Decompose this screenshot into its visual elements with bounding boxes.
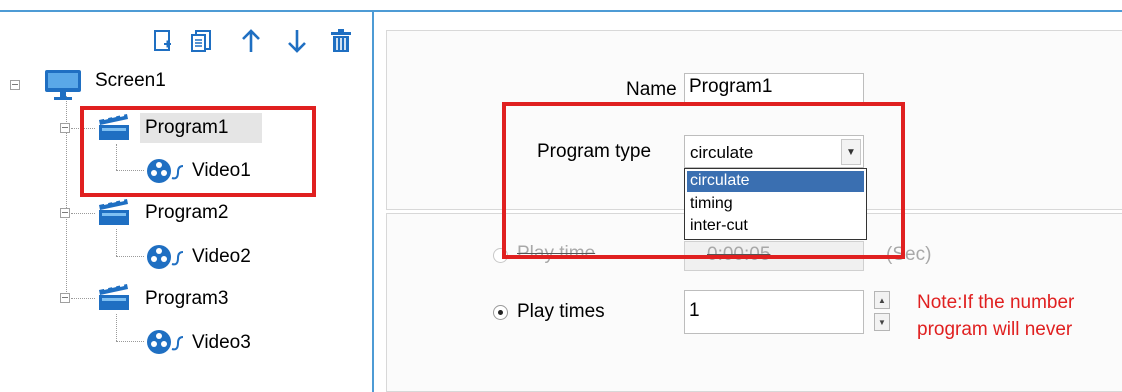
dropdown-option-circulate[interactable]: circulate xyxy=(687,171,864,192)
dropdown-option-timing[interactable]: timing xyxy=(687,194,864,215)
clapperboard-icon xyxy=(96,280,132,317)
play-times-input[interactable]: 1 xyxy=(684,290,864,334)
screen-collapse-toggle[interactable] xyxy=(10,80,20,90)
video-reel-icon xyxy=(145,242,184,277)
tree-line xyxy=(71,213,95,214)
tree-line xyxy=(116,256,144,257)
note-line-1: Note:If the number xyxy=(917,292,1075,313)
tree-item-screen1[interactable]: Screen1 xyxy=(95,70,166,92)
tree-line xyxy=(116,341,144,342)
monitor-icon xyxy=(44,68,82,107)
spin-down-icon[interactable]: ▼ xyxy=(874,313,890,331)
play-times-label: Play times xyxy=(517,301,605,322)
program3-collapse-toggle[interactable] xyxy=(60,293,70,303)
highlight-box-tree xyxy=(80,106,316,197)
program2-collapse-toggle[interactable] xyxy=(60,208,70,218)
program1-collapse-toggle[interactable] xyxy=(60,123,70,133)
new-item-icon[interactable] xyxy=(148,26,178,56)
copy-icon[interactable] xyxy=(186,26,216,56)
delete-icon[interactable] xyxy=(326,26,356,56)
name-input[interactable]: Program1 xyxy=(684,73,864,104)
move-down-icon[interactable] xyxy=(282,26,312,56)
move-up-icon[interactable] xyxy=(236,26,266,56)
spin-up-icon[interactable]: ▲ xyxy=(874,291,890,309)
tree-item-video2[interactable]: Video2 xyxy=(192,246,251,268)
tree-line xyxy=(116,229,117,256)
dropdown-option-inter-cut[interactable]: inter-cut xyxy=(687,216,864,237)
note-line-2: program will never xyxy=(917,319,1073,340)
clapperboard-icon xyxy=(96,195,132,232)
video-reel-icon xyxy=(145,327,184,362)
name-label: Name xyxy=(626,79,677,100)
tree-item-video3[interactable]: Video3 xyxy=(192,332,251,354)
tree-item-program3[interactable]: Program3 xyxy=(145,288,228,310)
tree-line xyxy=(116,314,117,341)
play-times-radio[interactable] xyxy=(493,305,508,320)
program-type-dropdown-list: circulate timing inter-cut xyxy=(684,168,867,240)
tree-line xyxy=(71,298,95,299)
tree-item-program2[interactable]: Program2 xyxy=(145,202,228,224)
